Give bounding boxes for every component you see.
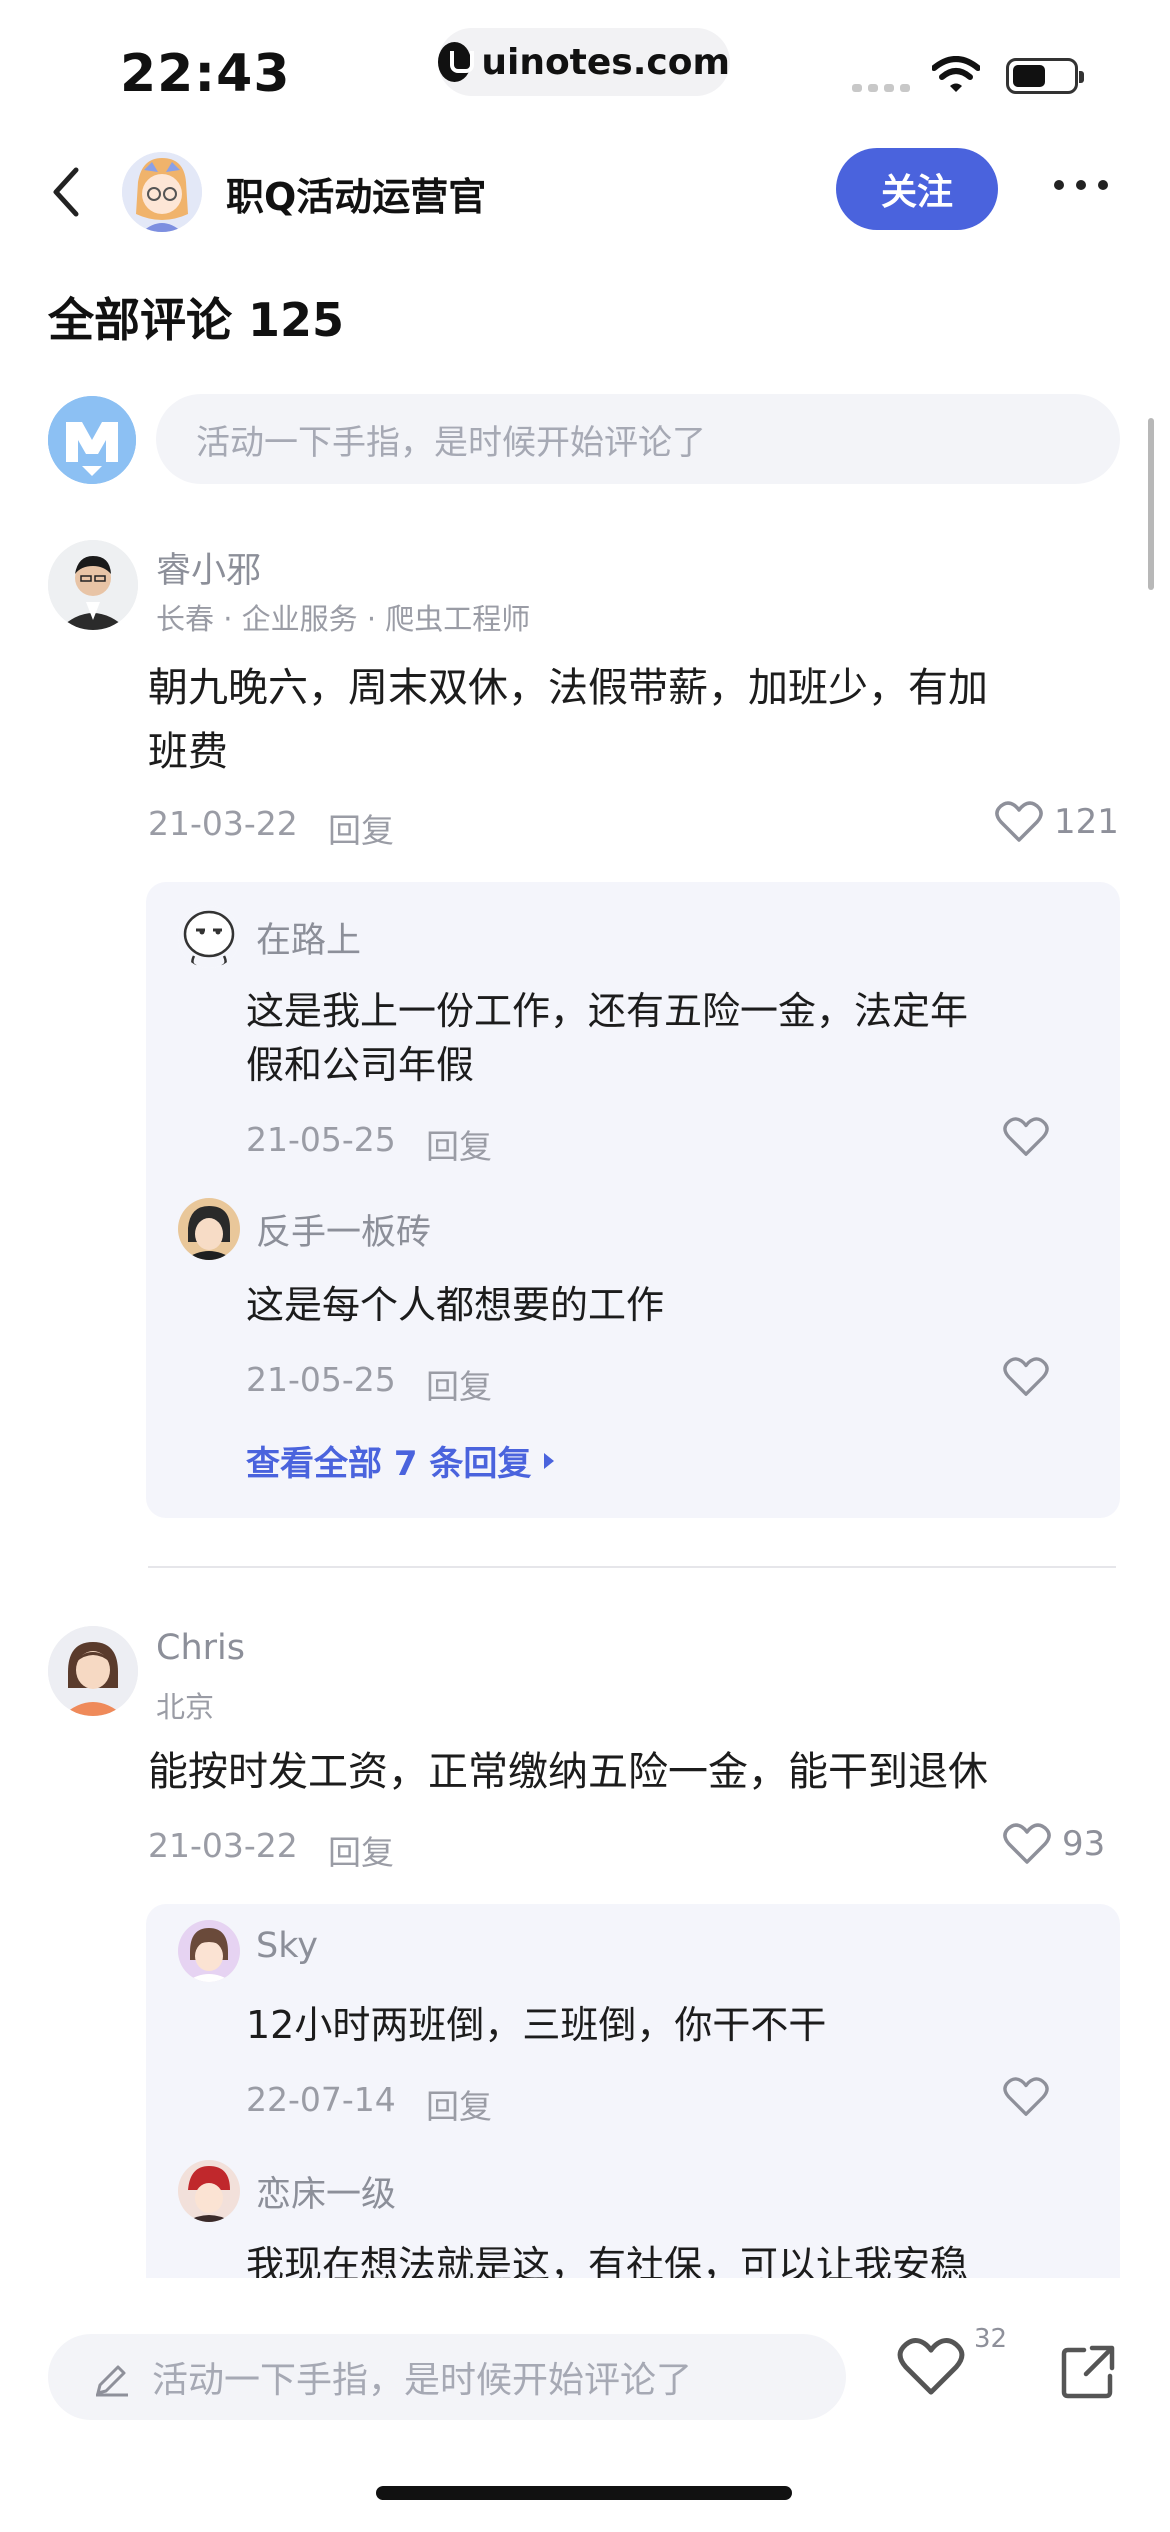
heart-icon[interactable] (896, 2336, 966, 2398)
nav-title: 职Q活动运营官 (226, 175, 487, 219)
divider (148, 1566, 1116, 1568)
reply-username[interactable]: Sky (256, 1926, 318, 1966)
more-icon[interactable] (1054, 180, 1108, 190)
bottom-input-placeholder: 活动一下手指，是时候开始评论了 (152, 2360, 693, 2401)
reply-button[interactable]: 回复 (426, 1360, 492, 1408)
back-icon[interactable] (44, 160, 88, 224)
url-pill[interactable]: uinotes.com (438, 28, 730, 96)
comment-username[interactable]: Chris (156, 1628, 245, 1668)
comment-user-meta: 北京 (156, 1690, 215, 1724)
pencil-icon (92, 2357, 132, 2397)
reply-button[interactable]: 回复 (426, 1120, 492, 1168)
reply-button[interactable]: 回复 (426, 2080, 492, 2128)
reply-date: 21-05-25 (246, 1360, 396, 1399)
view-all-replies-link[interactable]: 查看全部 7 条回复 (246, 1436, 557, 1485)
reply-text-line: 假和公司年假 (246, 1043, 475, 1087)
comment-text: 朝九晚六，周末双休，法假带薪，加班少，有加 班费 (148, 656, 988, 784)
comment-username[interactable]: 睿小邪 (156, 542, 261, 593)
comment-text-line: 朝九晚六，周末双休，法假带薪，加班少，有加 (148, 665, 988, 711)
like-count: 93 (1062, 1824, 1106, 1864)
heart-icon (1003, 1823, 1051, 1864)
replies-box: Sky 12小时两班倒，三班倒，你干不干 22-07-14 回复 恋床一级 我现… (146, 1904, 1120, 2278)
view-all-label: 查看全部 7 条回复 (246, 1444, 532, 1484)
reply-text: 这是每个人都想要的工作 (246, 1283, 665, 1327)
replies-box: 在路上 这是我上一份工作，还有五险一金，法定年 假和公司年假 21-05-25 … (146, 882, 1120, 1518)
reply-button[interactable]: 回复 (328, 1826, 394, 1874)
share-icon[interactable] (1060, 2344, 1116, 2400)
heart-icon[interactable] (1002, 2076, 1050, 2118)
reply-username[interactable]: 恋床一级 (256, 2166, 396, 2217)
reply-avatar[interactable] (178, 1198, 240, 1260)
scrollbar[interactable] (1148, 418, 1154, 590)
heart-icon[interactable] (1002, 1116, 1050, 1158)
comment-avatar[interactable] (48, 540, 138, 630)
url-text: uinotes.com (481, 41, 730, 83)
like-count: 121 (1054, 802, 1119, 842)
status-bar: 22:43 uinotes.com (0, 0, 1170, 130)
reply-username[interactable]: 在路上 (256, 912, 361, 963)
reply-username[interactable]: 反手一板砖 (256, 1204, 431, 1255)
heart-icon (995, 801, 1043, 842)
comment-text: 能按时发工资，正常缴纳五险一金，能干到退休 (148, 1749, 988, 1795)
battery-icon (1006, 58, 1084, 94)
reply-text: 12小时两班倒，三班倒，你干不干 (246, 2003, 827, 2047)
comment-text-line: 班费 (148, 729, 228, 775)
comment-date: 21-03-22 (148, 1826, 298, 1865)
reply-text: 这是我上一份工作，还有五险一金，法定年 假和公司年假 (246, 984, 968, 1092)
wifi-icon (932, 56, 980, 92)
nav-bar: 职Q活动运营官 关注 (0, 130, 1170, 260)
account-avatar[interactable] (122, 152, 202, 232)
comment-input[interactable]: 活动一下手指，是时候开始评论了 (156, 394, 1120, 484)
reply-avatar[interactable] (178, 1920, 240, 1982)
comment-date: 21-03-22 (148, 804, 298, 843)
comment-user-meta: 长春 · 企业服务 · 爬虫工程师 (156, 602, 531, 636)
site-logo-icon (438, 42, 475, 82)
reply-date: 21-05-25 (246, 1120, 396, 1159)
follow-button[interactable]: 关注 (836, 148, 998, 230)
reply-text-line: 这是我上一份工作，还有五险一金，法定年 (246, 989, 969, 1033)
bottom-bar: 活动一下手指，是时候开始评论了 32 (0, 2278, 1170, 2532)
signal-icon (852, 84, 910, 92)
reply-avatar[interactable] (178, 2160, 240, 2222)
bottom-comment-input[interactable]: 活动一下手指，是时候开始评论了 (48, 2334, 846, 2420)
reply-date: 22-07-14 (246, 2080, 396, 2119)
home-indicator (376, 2486, 792, 2500)
like-button[interactable]: 121 (994, 800, 1119, 844)
comment-avatar[interactable] (48, 1626, 138, 1716)
comments-title: 全部评论 125 (48, 293, 345, 347)
bottom-like-count: 32 (974, 2324, 1008, 2354)
my-avatar (48, 396, 136, 484)
like-button[interactable]: 93 (1002, 1822, 1105, 1866)
caret-right-icon (544, 1452, 555, 1469)
status-time: 22:43 (120, 44, 291, 104)
reply-avatar[interactable] (178, 906, 240, 968)
reply-text: 我现在想法就是这，有社保，可以让我安稳 (246, 2243, 969, 2278)
heart-icon[interactable] (1002, 1356, 1050, 1398)
reply-button[interactable]: 回复 (328, 804, 394, 852)
